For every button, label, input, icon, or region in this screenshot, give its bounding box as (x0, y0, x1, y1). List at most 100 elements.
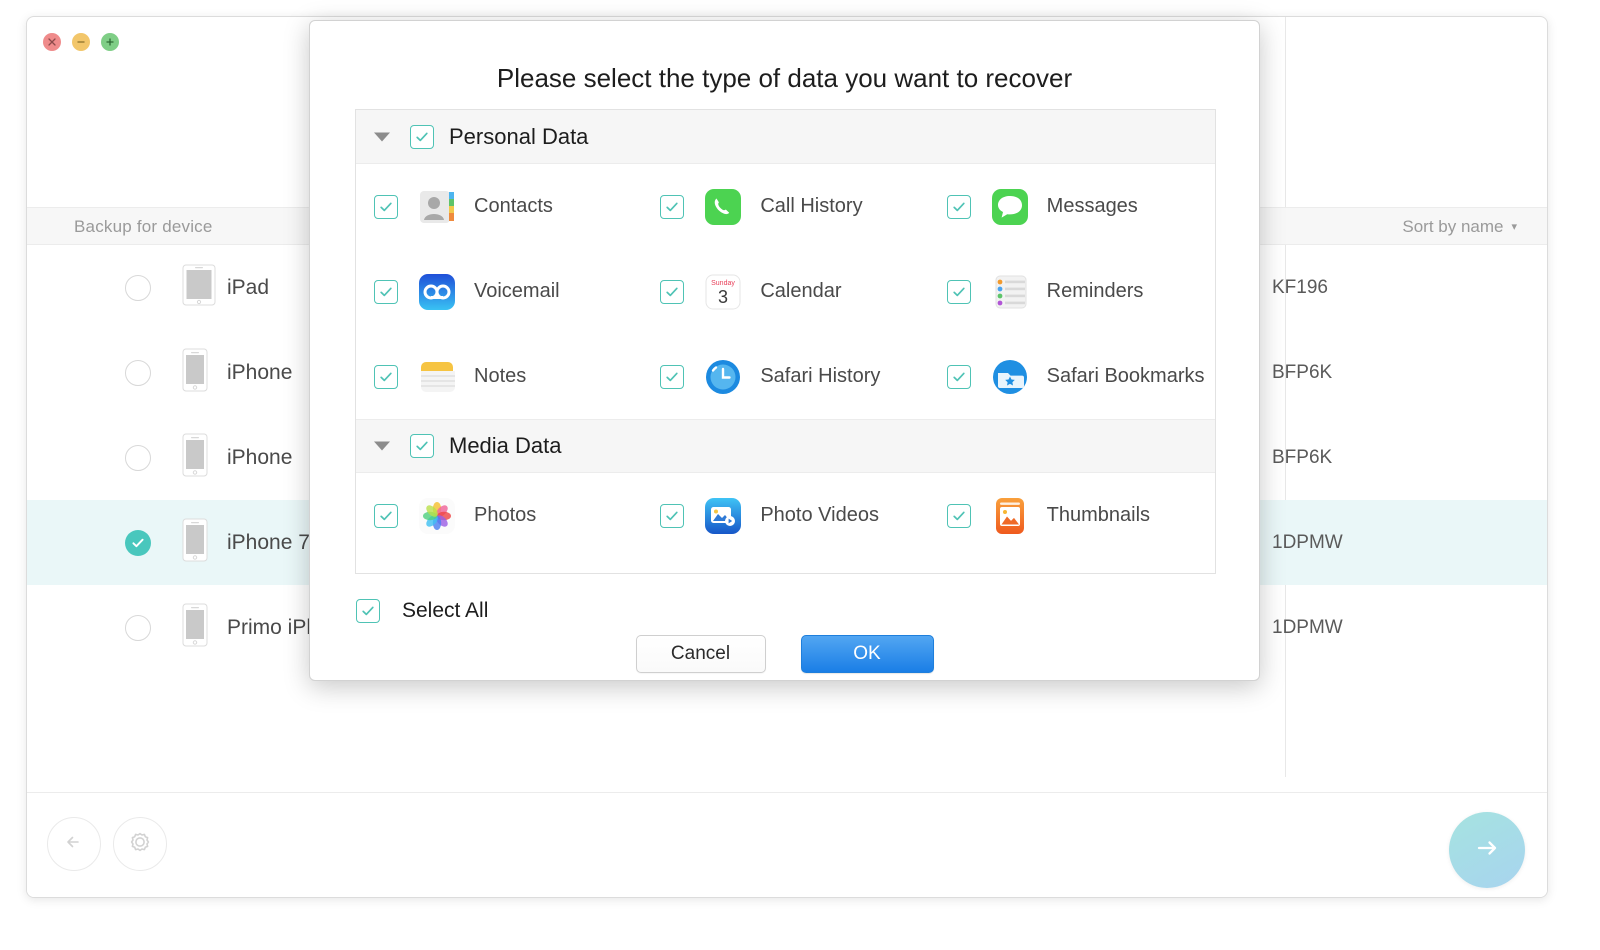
iphone-icon (182, 603, 208, 652)
gear-icon (126, 828, 154, 861)
data-type-checkbox[interactable] (374, 280, 398, 304)
data-type-item[interactable]: Safari History (642, 334, 928, 419)
device-code: 1DPMW (1272, 532, 1343, 554)
arrow-left-icon (61, 829, 87, 860)
backup-for-device-label: Backup for device (74, 217, 213, 237)
device-name: iPhone (227, 361, 292, 385)
data-type-row: NotesSafari HistorySafari Bookmarks (356, 334, 1215, 419)
data-type-item[interactable]: Thumbnails (929, 473, 1215, 558)
data-type-grid: Photos Photo Videos Thumbnails (356, 473, 1215, 558)
device-code: KF196 (1272, 277, 1328, 299)
device-radio[interactable] (125, 615, 151, 641)
data-type-item[interactable]: Call History (642, 164, 928, 249)
data-type-checkbox[interactable] (374, 365, 398, 389)
voicemail-icon (418, 273, 456, 311)
maximize-window-button[interactable] (101, 33, 119, 51)
data-type-label: Photo Videos (760, 504, 879, 527)
back-button[interactable] (47, 817, 101, 871)
disclosure-triangle-icon[interactable] (374, 442, 390, 451)
group-header[interactable]: Media Data (356, 419, 1215, 473)
data-type-row: Contacts Call History Messages (356, 164, 1215, 249)
data-type-checkbox[interactable] (947, 195, 971, 219)
data-type-checkbox[interactable] (660, 280, 684, 304)
ok-button[interactable]: OK (801, 635, 934, 673)
contacts-icon (418, 188, 456, 226)
group-checkbox[interactable] (410, 434, 434, 458)
thumbnails-icon (991, 497, 1029, 535)
data-type-item[interactable]: Photo Videos (642, 473, 928, 558)
chevron-down-icon: ▾ (1511, 222, 1517, 233)
device-code: BFP6K (1272, 362, 1332, 384)
cancel-button[interactable]: Cancel (636, 635, 766, 673)
settings-button[interactable] (113, 817, 167, 871)
recover-data-type-dialog: Please select the type of data you want … (309, 20, 1260, 681)
close-window-button[interactable] (43, 33, 61, 51)
device-name: iPhone 7 (227, 531, 310, 555)
data-type-checkbox[interactable] (374, 504, 398, 528)
data-type-label: Call History (760, 195, 862, 218)
data-type-checkbox[interactable] (947, 365, 971, 389)
data-type-label: Photos (474, 504, 536, 527)
iphone-icon (182, 433, 208, 482)
select-all-checkbox[interactable] (356, 599, 380, 623)
data-type-item[interactable]: Photos (356, 473, 642, 558)
device-radio[interactable] (125, 275, 151, 301)
sort-by-name-label: Sort by name (1402, 217, 1503, 237)
select-all-label: Select All (402, 599, 488, 623)
data-type-label: Reminders (1047, 280, 1144, 303)
svg-text:3: 3 (718, 287, 728, 307)
group-label: Personal Data (449, 124, 588, 150)
data-type-row: Photos Photo Videos Thumbnails (356, 473, 1215, 558)
bottom-toolbar (27, 792, 1547, 897)
messages-icon (991, 188, 1029, 226)
iphone-icon (182, 518, 208, 567)
select-all-row[interactable]: Select All (356, 599, 488, 623)
device-radio[interactable] (125, 360, 151, 386)
data-type-item[interactable]: Sunday3 Calendar (642, 249, 928, 334)
data-type-label: Calendar (760, 280, 841, 303)
photos-icon (418, 497, 456, 535)
data-type-label: Voicemail (474, 280, 560, 303)
data-type-checkbox[interactable] (947, 280, 971, 304)
data-type-item[interactable]: Contacts (356, 164, 642, 249)
data-type-checkbox[interactable] (947, 504, 971, 528)
device-code: BFP6K (1272, 447, 1332, 469)
svg-text:Sunday: Sunday (711, 280, 735, 287)
data-type-panel: Personal Data Contacts Call History Message… (355, 109, 1216, 574)
arrow-right-icon (1467, 828, 1507, 873)
data-type-checkbox[interactable] (660, 195, 684, 219)
data-type-item[interactable]: Safari Bookmarks (929, 334, 1215, 419)
ipad-icon (182, 264, 216, 311)
sort-by-name-dropdown[interactable]: Sort by name ▾ (1402, 217, 1517, 237)
iphone-icon (182, 348, 208, 397)
group-checkbox[interactable] (410, 125, 434, 149)
device-name: iPhone (227, 446, 292, 470)
data-type-checkbox[interactable] (660, 504, 684, 528)
safari-history-icon (704, 358, 742, 396)
data-type-checkbox[interactable] (374, 195, 398, 219)
minimize-window-button[interactable] (72, 33, 90, 51)
data-type-item[interactable]: Voicemail (356, 249, 642, 334)
data-type-label: Contacts (474, 195, 553, 218)
dialog-button-row: Cancel OK (310, 635, 1259, 673)
data-type-checkbox[interactable] (660, 365, 684, 389)
call-history-icon (704, 188, 742, 226)
device-radio-selected[interactable] (125, 530, 151, 556)
disclosure-triangle-icon[interactable] (374, 132, 390, 141)
data-type-label: Messages (1047, 195, 1138, 218)
next-button[interactable] (1449, 812, 1525, 888)
data-type-item[interactable]: Messages (929, 164, 1215, 249)
calendar-icon: Sunday3 (704, 273, 742, 311)
data-type-grid: Contacts Call History Messages Voicemail Sun… (356, 164, 1215, 419)
photo-videos-icon (704, 497, 742, 535)
data-type-item[interactable]: Reminders (929, 249, 1215, 334)
data-type-label: Thumbnails (1047, 504, 1150, 527)
dialog-title: Please select the type of data you want … (310, 63, 1259, 94)
notes-icon (418, 358, 456, 396)
safari-bookmarks-icon (991, 358, 1029, 396)
group-header[interactable]: Personal Data (356, 110, 1215, 164)
device-radio[interactable] (125, 445, 151, 471)
data-type-item[interactable]: Notes (356, 334, 642, 419)
device-name: iPad (227, 276, 269, 300)
data-type-row: Voicemail Sunday3 Calendar Reminders (356, 249, 1215, 334)
